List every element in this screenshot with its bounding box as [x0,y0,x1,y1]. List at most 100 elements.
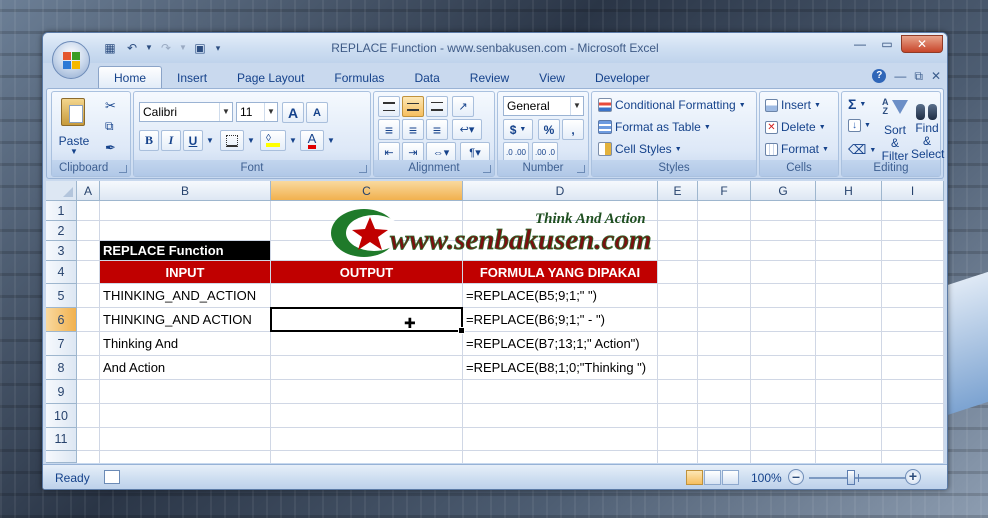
select-all-corner[interactable] [46,181,77,201]
grow-font-button[interactable]: A [282,102,304,123]
macro-record-icon[interactable] [104,470,120,484]
underline-button[interactable]: U [183,130,203,151]
comma-button[interactable]: , [562,119,584,140]
column-header-a[interactable]: A [77,181,100,201]
tab-formulas[interactable]: Formulas [319,68,399,88]
row-header-11[interactable]: 11 [46,428,77,451]
clear-button[interactable]: ⌫ ▼ [848,142,876,158]
column-header-g[interactable]: G [751,181,816,201]
font-launcher-icon[interactable] [359,165,367,173]
cut-icon[interactable]: ✂ [105,98,116,114]
help-icon[interactable]: ? [872,69,887,83]
tab-data[interactable]: Data [399,68,454,88]
tab-home[interactable]: Home [98,66,163,88]
borders-dropdown-icon[interactable]: ▼ [247,136,255,145]
tab-review[interactable]: Review [455,68,524,88]
paste-button[interactable]: Paste ▼ [55,94,93,156]
zoom-level[interactable]: 100% [751,471,782,485]
column-header-e[interactable]: E [658,181,698,201]
clipboard-launcher-icon[interactable] [119,165,127,173]
insert-cells-button[interactable]: Insert ▼ [765,98,821,112]
font-color-dropdown-icon[interactable]: ▼ [327,136,335,145]
maximize-button[interactable]: ▭ [874,35,900,53]
copy-icon[interactable]: ⧉ [105,119,114,134]
workbook-close-icon[interactable]: ✕ [931,69,941,84]
orientation-button[interactable]: ↗ [452,96,474,117]
cell-d8[interactable]: =REPLACE(B8;1;0;"Thinking ") [463,356,657,379]
row-header-10[interactable]: 10 [46,404,77,428]
shrink-font-button[interactable]: A [306,102,328,123]
row-header-6[interactable]: 6 [46,308,77,332]
row-header-12[interactable] [46,451,77,463]
fill-color-button[interactable]: ◊ [260,130,286,151]
align-top-button[interactable] [378,96,400,117]
font-color-button[interactable]: A [300,130,324,151]
bold-button[interactable]: B [139,130,159,151]
sort-filter-button[interactable]: AZ Sort & Filter ▼ [879,94,911,178]
cell-b5[interactable]: THINKING_AND_ACTION [100,284,270,307]
active-cell-c6[interactable] [270,307,465,334]
currency-button[interactable]: $ ▼ [503,119,533,140]
cell-d4[interactable]: FORMULA YANG DIPAKAI [463,261,657,283]
font-size-combo[interactable]: 11 ▼ [236,102,278,122]
align-center-button[interactable]: ≡ [402,119,424,140]
row-header-5[interactable]: 5 [46,284,77,308]
column-header-i[interactable]: I [882,181,944,201]
column-header-d[interactable]: D [463,181,658,201]
find-select-button[interactable]: Find & Select ▼ [911,94,944,173]
font-name-dropdown-icon[interactable]: ▼ [219,103,232,121]
ribbon-minimize-icon[interactable]: — [894,69,906,84]
tab-insert[interactable]: Insert [162,68,222,88]
conditional-formatting-button[interactable]: Conditional Formatting ▼ [598,98,746,112]
format-cells-button[interactable]: Format ▼ [765,142,829,156]
row-header-4[interactable]: 4 [46,261,77,284]
cell-b6[interactable]: THINKING_AND ACTION [100,308,270,331]
minimize-button[interactable]: — [847,35,873,53]
tab-developer[interactable]: Developer [580,68,665,88]
align-left-button[interactable]: ≡ [378,119,400,140]
number-launcher-icon[interactable] [577,165,585,173]
page-break-preview-button[interactable] [722,470,739,485]
row-header-3[interactable]: 3 [46,241,77,261]
row-header-2[interactable]: 2 [46,221,77,241]
row-header-9[interactable]: 9 [46,380,77,404]
zoom-slider-track[interactable] [809,477,909,479]
row-header-8[interactable]: 8 [46,356,77,380]
number-format-dropdown-icon[interactable]: ▼ [570,97,583,115]
page-layout-view-button[interactable] [704,470,721,485]
italic-button[interactable]: I [161,130,181,151]
number-format-combo[interactable]: General ▼ [503,96,584,116]
cell-b7[interactable]: Thinking And [100,332,270,355]
cell-d5[interactable]: =REPLACE(B5;9;1;" ") [463,284,657,307]
close-button[interactable]: ✕ [901,35,943,53]
font-size-dropdown-icon[interactable]: ▼ [264,103,277,121]
alignment-launcher-icon[interactable] [483,165,491,173]
wrap-text-button[interactable]: ↩▾ [452,119,482,140]
office-button[interactable] [52,41,90,79]
zoom-slider-thumb[interactable] [847,470,855,485]
borders-button[interactable] [220,130,244,151]
column-header-f[interactable]: F [698,181,751,201]
align-right-button[interactable]: ≡ [426,119,448,140]
cell-styles-button[interactable]: Cell Styles ▼ [598,142,682,156]
align-middle-button[interactable] [402,96,424,117]
percent-button[interactable]: % [538,119,560,140]
cell-c4[interactable]: OUTPUT [271,261,462,283]
row-header-1[interactable]: 1 [46,201,77,221]
tab-view[interactable]: View [524,68,580,88]
row-header-7[interactable]: 7 [46,332,77,356]
zoom-out-button[interactable]: – [788,469,804,485]
normal-view-button[interactable] [686,470,703,485]
cell-b4[interactable]: INPUT [100,261,270,283]
delete-cells-button[interactable]: ✕ Delete ▼ [765,120,826,134]
zoom-in-button[interactable]: + [905,469,921,485]
cell-d6[interactable]: =REPLACE(B6;9;1;" - ") [463,308,657,331]
autosum-button[interactable]: Σ ▼ [848,96,866,112]
ribbon-restore-icon[interactable]: ⧉ [914,69,923,84]
column-header-c[interactable]: C [271,181,463,201]
format-painter-icon[interactable]: ✒ [105,140,116,156]
cell-b3[interactable]: REPLACE Function [100,241,270,260]
tab-page-layout[interactable]: Page Layout [222,68,319,88]
font-name-combo[interactable]: Calibri ▼ [139,102,233,122]
cell-d7[interactable]: =REPLACE(B7;13;1;" Action") [463,332,657,355]
